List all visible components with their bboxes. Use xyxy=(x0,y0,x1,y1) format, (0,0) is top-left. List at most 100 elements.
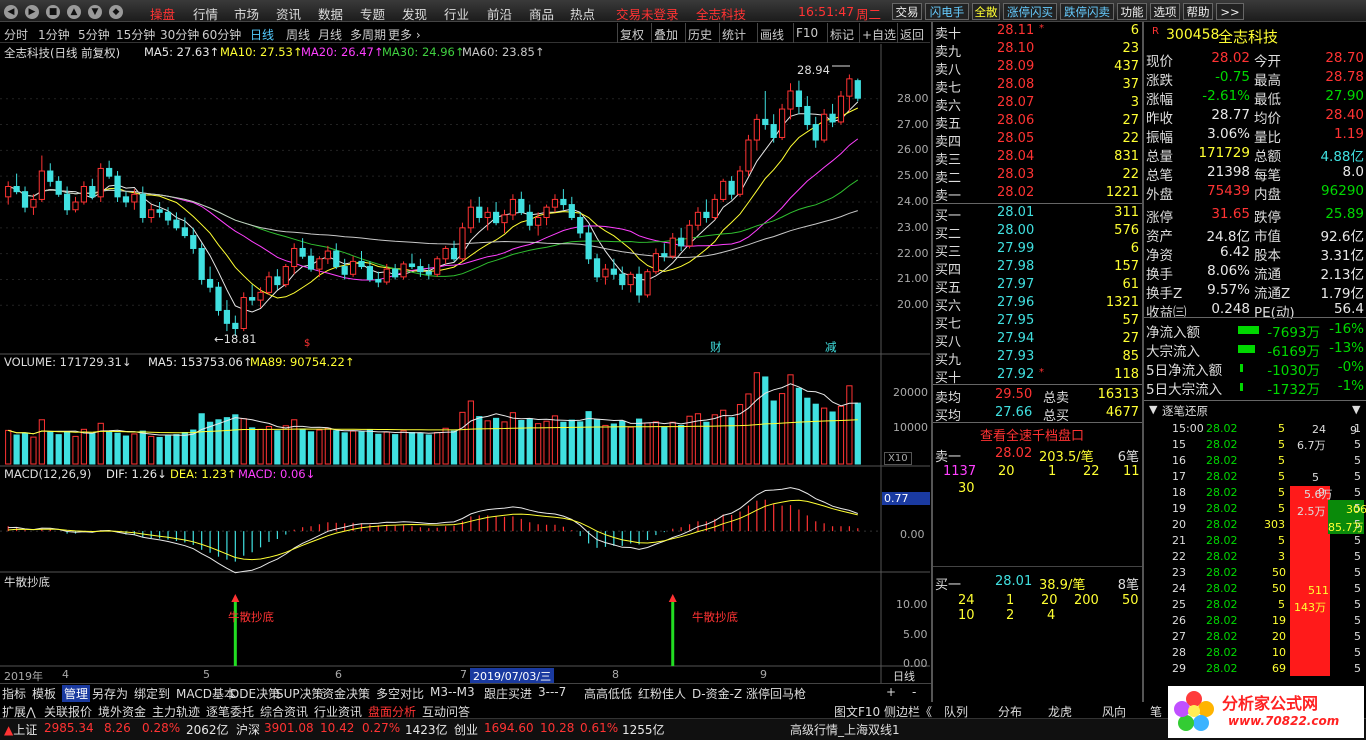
niusan-arrow-icon xyxy=(231,594,240,602)
indicator-tab[interactable]: 绑定到 xyxy=(134,685,170,702)
indicator-tab[interactable]: 指标 xyxy=(2,685,26,702)
bid-row[interactable]: 买八 27.94 27 xyxy=(935,330,1145,350)
bid-row[interactable]: 买五 27.97 61 xyxy=(935,276,1145,296)
candle xyxy=(770,114,777,143)
indicator-tab[interactable]: + xyxy=(886,685,896,699)
indicator-tab[interactable]: 多空对比 xyxy=(376,685,424,702)
tick-row[interactable]: 15:00 28.02 5 1 xyxy=(1146,421,1364,437)
indicator-tab[interactable]: SUP决策 xyxy=(276,685,324,702)
bid-row[interactable]: 买九 27.93 85 xyxy=(935,348,1145,368)
tick-row[interactable]: 23 28.02 50 5 xyxy=(1146,565,1364,581)
toolbar-btn-3[interactable]: 涨停闪买 xyxy=(1003,3,1057,20)
bid-row[interactable]: 买四 27.98 157 xyxy=(935,258,1145,278)
ask-row[interactable]: 卖四 28.05 22 xyxy=(935,130,1145,150)
tick-row[interactable]: 16 28.02 5 5 xyxy=(1146,453,1364,469)
toolbar-btn-6[interactable]: 选项 xyxy=(1150,3,1180,20)
tick-row[interactable]: 21 28.02 5 5 xyxy=(1146,533,1364,549)
candle xyxy=(736,165,744,197)
candle xyxy=(652,248,660,275)
candle xyxy=(728,176,735,200)
indicator-tab[interactable]: 红粉佳人 xyxy=(638,685,686,702)
cy-label[interactable]: 创业 xyxy=(454,721,478,738)
toolbar-btn-5[interactable]: 功能 xyxy=(1117,3,1147,20)
ask-row[interactable]: 卖六 28.07 3 xyxy=(935,94,1145,114)
tick-more-icon[interactable]: ▼ xyxy=(1352,403,1360,416)
queue-sell-row: 卖一 28.02 203.5/笔 6笔 xyxy=(935,446,1139,465)
sz-label[interactable]: 沪深 xyxy=(236,721,260,738)
ask-row[interactable]: 卖九 28.10 23 xyxy=(935,40,1145,60)
ask-row[interactable]: 卖八 28.09 437 xyxy=(935,58,1145,78)
bid-row[interactable]: 买三 27.99 6 xyxy=(935,240,1145,260)
indicator-tab[interactable]: 涨停回马枪 xyxy=(746,685,806,702)
bid-row[interactable]: 买七 27.95 57 xyxy=(935,312,1145,332)
toolbar-btn-7[interactable]: 帮助 xyxy=(1183,3,1213,20)
ask-row[interactable]: 卖一 28.02 1221 xyxy=(935,184,1145,204)
indicator-tab[interactable]: 管理 xyxy=(62,685,91,702)
ask-row[interactable]: 卖七 28.08 37 xyxy=(935,76,1145,96)
bid-row[interactable]: 买十 27.92 * 118 xyxy=(935,366,1145,386)
main-chart[interactable] xyxy=(0,0,930,685)
bid-row[interactable]: 买一 28.01 311 xyxy=(935,204,1145,224)
sh-index[interactable]: ▲上证 xyxy=(4,721,37,738)
tick-annotation: 143万 xyxy=(1294,601,1326,614)
indicator-tab[interactable]: - xyxy=(912,685,916,699)
bid-row[interactable]: 买六 27.96 1321 xyxy=(935,294,1145,314)
bid-row[interactable]: 买二 28.00 576 xyxy=(935,222,1145,242)
finance-mark[interactable]: 财 xyxy=(710,339,722,355)
volume-tick-10000: 10000 xyxy=(893,421,928,434)
book-divider-2 xyxy=(933,384,1142,385)
candle xyxy=(627,271,634,293)
candle xyxy=(366,261,374,283)
indicator-tab[interactable]: 另存为 xyxy=(92,685,128,702)
ask-row[interactable]: 卖五 28.06 27 xyxy=(935,112,1145,132)
indicator-tab[interactable]: 3---7 xyxy=(538,685,566,699)
indicator-tab[interactable]: DDE决策 xyxy=(230,685,280,702)
price-tick-5: 23.00 xyxy=(897,220,929,234)
tick-row[interactable]: 19 28.02 5 5 xyxy=(1146,501,1364,517)
candle xyxy=(249,284,256,306)
tick-row[interactable]: 28 28.02 10 5 xyxy=(1146,645,1364,661)
toolbar-btn-4[interactable]: 跌停闪卖 xyxy=(1060,3,1114,20)
price-tick-1: 27.00 xyxy=(897,117,929,131)
tick-row[interactable]: 27 28.02 20 5 xyxy=(1146,629,1364,645)
stock-name: 全志科技 xyxy=(1218,28,1279,46)
volume-bar xyxy=(383,431,390,465)
candle xyxy=(442,245,449,264)
tick-collapse-icon[interactable]: ▼ xyxy=(1149,403,1157,416)
tick-row[interactable]: 26 28.02 19 5 xyxy=(1146,613,1364,629)
reduce-mark[interactable]: 减 xyxy=(825,339,837,355)
indicator-tab[interactable]: MACD基本 xyxy=(176,685,236,702)
toolbar-btn-1[interactable]: 闪电手 xyxy=(925,3,969,20)
price-tick-0: 28.00 xyxy=(897,91,929,105)
tick-row[interactable]: 25 28.02 5 5 xyxy=(1146,597,1364,613)
candle xyxy=(173,212,180,231)
flow-row: 净流入额 -7693万 -16% xyxy=(1146,321,1364,341)
ask-row[interactable]: 卖二 28.03 22 xyxy=(935,166,1145,186)
candle xyxy=(358,251,365,270)
ask-row[interactable]: 卖三 28.04 831 xyxy=(935,148,1145,168)
indicator-tab[interactable]: 资金决策 xyxy=(322,685,370,702)
indicator-tab[interactable]: D-资金-Z xyxy=(692,685,742,702)
candle xyxy=(543,204,550,226)
tick-row[interactable]: 29 28.02 69 5 xyxy=(1146,661,1364,677)
volume-bar xyxy=(450,430,458,465)
tick-row[interactable]: 15 28.02 5 5 xyxy=(1146,437,1364,453)
candle xyxy=(38,155,45,202)
indicator-tab[interactable]: 跟庄买进 xyxy=(484,685,532,702)
volume-bar xyxy=(804,397,811,465)
tick-row[interactable]: 17 28.02 5 5 xyxy=(1146,469,1364,485)
tick-row[interactable]: 22 28.02 3 5 xyxy=(1146,549,1364,565)
volume-bar xyxy=(619,420,626,465)
candle xyxy=(47,163,54,187)
toolbar-btn-8[interactable]: >> xyxy=(1216,3,1244,20)
indicator-tab[interactable]: 高高低低 xyxy=(584,685,632,702)
candle xyxy=(97,163,104,202)
full-depth-link[interactable]: 查看全速千档盘口 xyxy=(980,425,1084,444)
tick-row[interactable]: 24 28.02 50 5 xyxy=(1146,581,1364,597)
indicator-tab[interactable]: M3--M3 xyxy=(430,685,475,699)
tick-annotation: 85.7万 xyxy=(1328,521,1364,534)
ask-row[interactable]: 卖十 28.11 * 6 xyxy=(935,22,1145,42)
indicator-tab[interactable]: 模板 xyxy=(32,685,56,702)
volume-bar xyxy=(518,419,525,465)
toolbar-btn-2[interactable]: 全散 xyxy=(972,3,1000,20)
